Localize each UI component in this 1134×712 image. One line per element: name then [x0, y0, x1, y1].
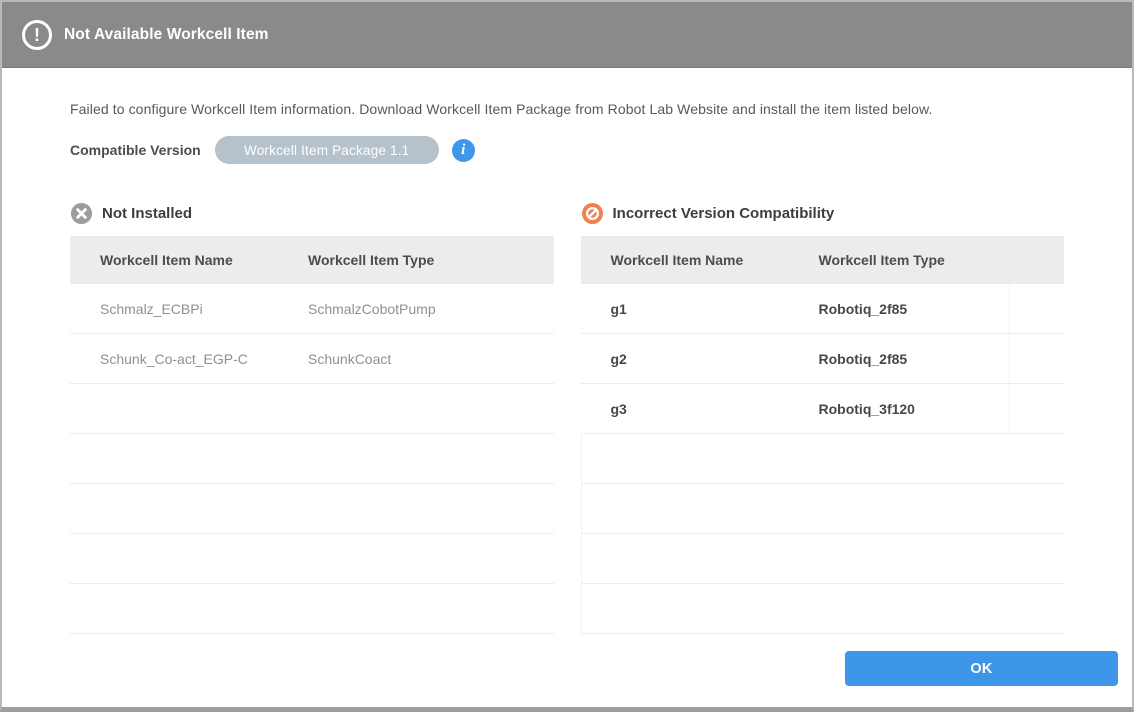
column-header-item-name: Workcell Item Name — [70, 252, 308, 268]
not-available-workcell-item-dialog: ! Not Available Workcell Item Failed to … — [0, 0, 1134, 712]
not-installed-title: Not Installed — [102, 205, 192, 222]
table-row-empty — [70, 584, 554, 634]
info-icon[interactable]: i — [452, 139, 475, 162]
table-cell: g2 — [581, 351, 819, 367]
column-header-item-name: Workcell Item Name — [581, 252, 819, 268]
table-cell: Robotiq_2f85 — [819, 351, 1010, 367]
incorrect-version-table: Workcell Item Name Workcell Item Type g1… — [581, 236, 1065, 634]
dialog-footer: OK — [2, 651, 1132, 707]
table-row: Schmalz_ECBPiSchmalzCobotPump — [70, 284, 554, 334]
table-row: g1Robotiq_2f85 — [581, 284, 1065, 334]
table-row-empty — [581, 584, 1065, 634]
dialog-header: ! Not Available Workcell Item — [2, 2, 1132, 68]
table-row-empty — [70, 384, 554, 434]
table-header-row: Workcell Item Name Workcell Item Type — [581, 236, 1065, 284]
x-circle-icon — [70, 202, 93, 225]
table-cell: g3 — [581, 401, 819, 417]
compatible-version-label: Compatible Version — [70, 142, 201, 158]
table-body: g1Robotiq_2f85g2Robotiq_2f85g3Robotiq_3f… — [581, 284, 1065, 634]
compatible-version-badge: Workcell Item Package 1.1 — [215, 136, 439, 164]
column-header-item-type: Workcell Item Type — [308, 252, 554, 268]
block-circle-icon — [581, 202, 604, 225]
table-header-row: Workcell Item Name Workcell Item Type — [70, 236, 554, 284]
incorrect-version-title-row: Incorrect Version Compatibility — [581, 201, 1065, 225]
not-installed-table: Workcell Item Name Workcell Item Type Sc… — [70, 236, 554, 634]
alert-exclamation-circle-icon: ! — [22, 20, 52, 50]
table-row: Schunk_Co-act_EGP-CSchunkCoact — [70, 334, 554, 384]
table-row: g2Robotiq_2f85 — [581, 334, 1065, 384]
incorrect-version-section: Incorrect Version Compatibility Workcell… — [581, 201, 1065, 634]
table-cell: SchmalzCobotPump — [308, 301, 554, 317]
table-row-empty — [581, 484, 1065, 534]
compatible-version-row: Compatible Version Workcell Item Package… — [70, 136, 1064, 164]
not-installed-section: Not Installed Workcell Item Name Workcel… — [70, 201, 554, 634]
column-header-item-type: Workcell Item Type — [819, 252, 1065, 268]
table-body: Schmalz_ECBPiSchmalzCobotPumpSchunk_Co-a… — [70, 284, 554, 634]
not-installed-title-row: Not Installed — [70, 201, 554, 225]
dialog-title: Not Available Workcell Item — [64, 26, 269, 44]
table-row-empty — [70, 534, 554, 584]
ok-button[interactable]: OK — [845, 651, 1118, 686]
table-cell: g1 — [581, 301, 819, 317]
dialog-body: Failed to configure Workcell Item inform… — [2, 68, 1132, 651]
table-row-empty — [70, 484, 554, 534]
table-cell: Schmalz_ECBPi — [70, 301, 308, 317]
table-row-empty — [70, 434, 554, 484]
description-text: Failed to configure Workcell Item inform… — [70, 101, 1064, 117]
table-cell: SchunkCoact — [308, 351, 554, 367]
table-row-empty — [581, 434, 1065, 484]
table-row: g3Robotiq_3f120 — [581, 384, 1065, 434]
incorrect-version-title: Incorrect Version Compatibility — [613, 205, 835, 222]
table-cell: Robotiq_3f120 — [819, 401, 1010, 417]
tables-container: Not Installed Workcell Item Name Workcel… — [70, 201, 1064, 634]
table-row-empty — [581, 534, 1065, 584]
table-cell: Schunk_Co-act_EGP-C — [70, 351, 308, 367]
table-cell: Robotiq_2f85 — [819, 301, 1010, 317]
